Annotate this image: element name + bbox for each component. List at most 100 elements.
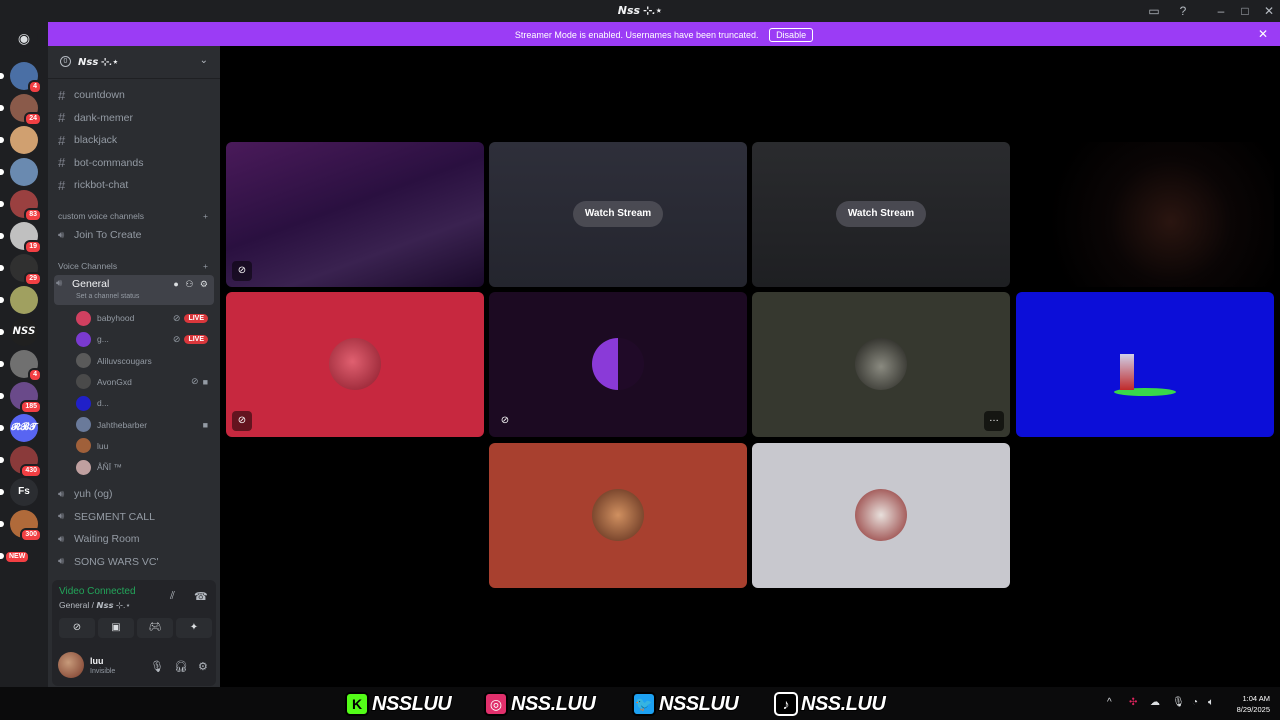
app-tray-icon[interactable]: ✣ xyxy=(1129,697,1137,708)
server-icon[interactable]: 𝙉𝙎𝙎 xyxy=(0,318,38,346)
chevron-down-icon[interactable]: ⌄ xyxy=(200,55,208,66)
voice-user[interactable]: ÅÑĪ ™ xyxy=(76,457,208,477)
server-icon[interactable]: 4 xyxy=(0,62,42,94)
maximize-icon[interactable]: □ xyxy=(1237,3,1253,19)
mention-badge: 430 xyxy=(20,464,42,478)
chevron-up-icon[interactable]: ^ xyxy=(1107,697,1112,708)
voice-channel[interactable]: 🔊︎ yuh (og) xyxy=(56,484,212,504)
video-tile[interactable] xyxy=(1016,292,1274,437)
user-tile[interactable]: … xyxy=(752,292,1010,437)
server-header[interactable]: 0 𝙉𝙨𝙨 ⊹.⋆ ⌄ xyxy=(48,46,220,79)
mention-badge: 83 xyxy=(24,208,42,222)
server-icon[interactable]: 4 xyxy=(0,350,42,382)
activities-button[interactable]: 🎮︎ xyxy=(137,618,173,638)
camera-toggle-button[interactable]: ⊘ xyxy=(59,618,95,638)
voice-user[interactable]: luu xyxy=(76,436,208,456)
channel-actions[interactable]: ● ⚇ ⚙ xyxy=(173,279,210,290)
close-icon[interactable]: ✕ xyxy=(1261,3,1277,19)
user-tile[interactable]: ⊘ xyxy=(226,292,484,437)
headphones-icon[interactable]: 🎧︎ xyxy=(174,660,188,673)
text-channel[interactable]: # bot-commands xyxy=(56,153,212,173)
minimize-icon[interactable]: – xyxy=(1213,3,1229,19)
cloud-icon[interactable]: ☁ xyxy=(1150,697,1160,708)
soundboard-button[interactable]: ✦ xyxy=(176,618,212,638)
server-icon[interactable] xyxy=(0,286,38,314)
unread-indicator xyxy=(0,137,4,143)
channel-general[interactable]: 🔊︎ General Set a channel status ● ⚇ ⚙ xyxy=(54,275,214,305)
add-channel-icon[interactable]: + xyxy=(203,211,208,221)
user-status: Invisible xyxy=(90,668,116,675)
server-icon[interactable]: 185 xyxy=(0,382,42,414)
user-tile[interactable]: ⊘ xyxy=(489,292,747,437)
unread-indicator xyxy=(0,329,4,335)
watch-stream-button[interactable]: Watch Stream xyxy=(573,201,663,227)
more-options-icon[interactable]: … xyxy=(984,411,1004,431)
server-icon[interactable]: 300 xyxy=(0,510,42,542)
settings-gear-icon[interactable]: ⚙ xyxy=(198,660,208,673)
avatar[interactable] xyxy=(58,652,84,678)
voice-channel[interactable]: 🔊︎ SEGMENT CALL xyxy=(56,507,212,527)
server-icon[interactable]: 430 xyxy=(0,446,42,478)
microphone-icon[interactable]: 🎙︎ xyxy=(150,660,164,673)
user-tile[interactable] xyxy=(752,443,1010,588)
microphone-tray-icon[interactable]: 🎙︎ xyxy=(1172,697,1185,708)
category-custom-voice[interactable]: custom voice channels + xyxy=(58,211,208,221)
voice-user[interactable]: Aliluvscougars xyxy=(76,351,208,371)
watch-stream-button[interactable]: Watch Stream xyxy=(836,201,926,227)
video-tile[interactable] xyxy=(1016,142,1274,287)
voice-channel[interactable]: 🔊︎ Waiting Room xyxy=(56,529,212,549)
help-icon[interactable]: ? xyxy=(1175,3,1191,19)
voice-user-name: AvonGxd xyxy=(97,376,132,387)
text-channel[interactable]: # dank-memer xyxy=(56,108,212,128)
category-voice-channels[interactable]: Voice Channels + xyxy=(58,261,208,271)
voice-user[interactable]: d... xyxy=(76,393,208,413)
add-channel-icon[interactable]: + xyxy=(203,261,208,271)
server-icon[interactable] xyxy=(0,158,38,186)
speaker-icon: 🔊︎ xyxy=(58,229,65,241)
channel-label: blackjack xyxy=(74,134,118,147)
text-channel[interactable]: # rickbot-chat xyxy=(56,175,212,195)
volume-icon[interactable]: 🔈︎ xyxy=(1208,697,1214,708)
avatar xyxy=(855,489,907,541)
inbox-icon[interactable]: ▭ xyxy=(1146,3,1162,19)
disable-button[interactable]: Disable xyxy=(769,28,814,42)
server-icon[interactable] xyxy=(0,126,38,154)
server-icon[interactable]: 19 xyxy=(0,222,42,254)
voice-user[interactable]: g... ⊘ LIVE xyxy=(76,329,208,349)
text-channel[interactable]: # countdown xyxy=(56,85,212,105)
speaker-icon: 🔊︎ xyxy=(58,488,65,500)
speaker-icon: 🔊︎ xyxy=(58,533,65,545)
social-logo-icon: ♪ xyxy=(774,692,798,716)
screen-share-button[interactable]: ▣ xyxy=(98,618,134,638)
server-icon[interactable]: Fs xyxy=(0,478,38,506)
server-icon[interactable]: NEW xyxy=(0,542,38,570)
server-label: 𝙉𝙎𝙎 xyxy=(12,326,36,337)
channel-join-to-create[interactable]: 🔊︎ Join To Create xyxy=(56,225,212,245)
voice-user[interactable]: babyhood ⊘ LIVE xyxy=(76,308,208,328)
voice-status[interactable]: Video Connected xyxy=(59,586,136,597)
voice-user[interactable]: AvonGxd ⊘ ■ xyxy=(76,372,208,392)
server-icon[interactable]: 83 xyxy=(0,190,42,222)
muted-icon: ⊘ xyxy=(172,312,181,323)
disconnect-icon[interactable]: ☎ xyxy=(194,590,208,603)
system-clock[interactable]: 1:04 AM 8/29/2025 xyxy=(1237,693,1270,715)
video-tile[interactable]: ⊘ xyxy=(226,142,484,287)
server-icon[interactable]: 24 xyxy=(0,94,42,126)
server-icon[interactable]: 29 xyxy=(0,254,42,286)
voice-channel[interactable]: 🔊︎ SONG WARS VC' xyxy=(56,552,212,572)
stream-tile[interactable]: Watch Stream xyxy=(752,142,1010,287)
close-banner-icon[interactable]: ✕ xyxy=(1258,27,1268,41)
muted-icon: ⊘ xyxy=(191,376,199,387)
channel-status[interactable]: Set a channel status xyxy=(76,293,139,300)
muted-icon: ⊘ xyxy=(232,411,252,431)
stream-tile[interactable]: Watch Stream xyxy=(489,142,747,287)
noise-suppression-icon[interactable]: ⫽ xyxy=(170,590,175,603)
text-channel[interactable]: # blackjack xyxy=(56,130,212,150)
user-tile[interactable] xyxy=(489,443,747,588)
mention-badge: 185 xyxy=(20,400,42,414)
voice-user[interactable]: Jahthebarber ■ xyxy=(76,415,208,435)
wifi-icon[interactable]: ◔ xyxy=(1192,697,1198,708)
server-icon[interactable]: 𝓡𝓑𝓣 xyxy=(0,414,38,442)
discord-home-icon[interactable]: ◉ xyxy=(10,24,38,52)
mention-badge: 300 xyxy=(20,528,42,542)
